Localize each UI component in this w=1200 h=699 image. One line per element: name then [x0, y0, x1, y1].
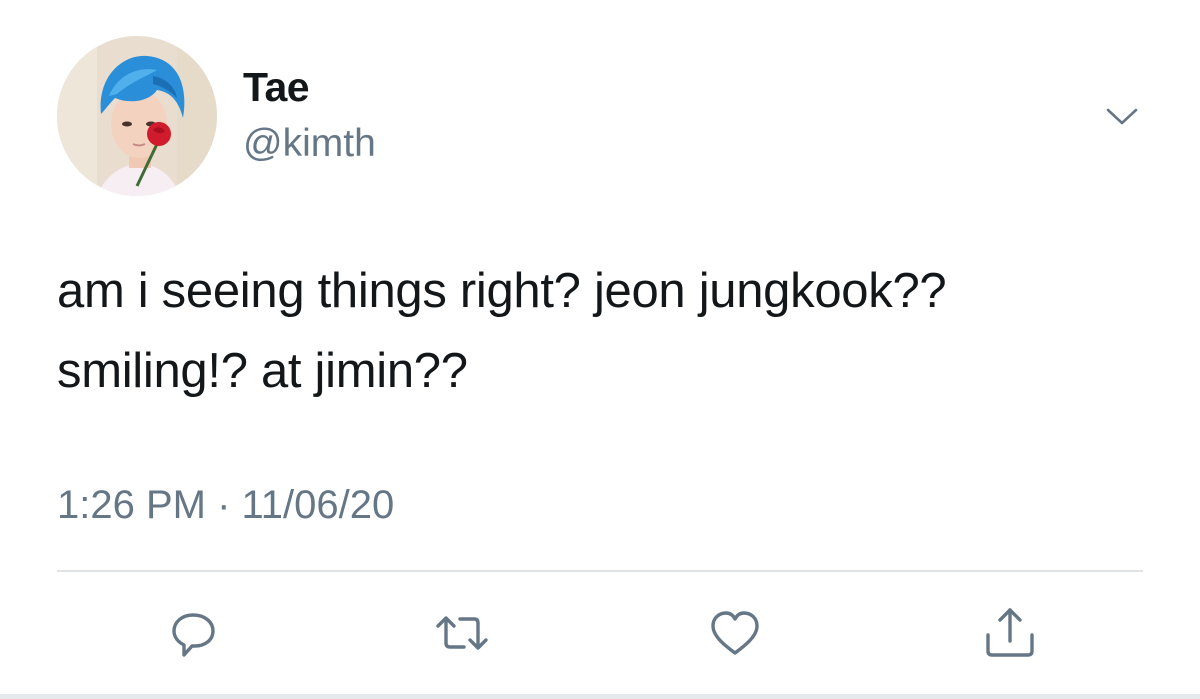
author-handle[interactable]: @kimth — [243, 122, 376, 166]
share-button[interactable] — [980, 603, 1040, 663]
avatar-image — [57, 36, 217, 196]
chevron-down-icon — [1106, 108, 1138, 125]
retweet-icon — [436, 616, 488, 650]
divider — [57, 570, 1143, 572]
author-name[interactable]: Tae — [243, 64, 310, 111]
heart-icon — [711, 611, 759, 655]
share-icon — [986, 608, 1034, 657]
like-button[interactable] — [705, 603, 765, 663]
reply-icon — [172, 613, 215, 657]
tweet-text: am i seeing things right? jeon jungkook?… — [57, 264, 947, 399]
bottom-edge — [0, 694, 1200, 699]
reply-button[interactable] — [165, 603, 225, 663]
tweet-menu-button[interactable] — [1102, 96, 1142, 136]
retweet-button[interactable] — [432, 603, 492, 663]
tweet-timestamp[interactable]: 1:26 PM · 11/06/20 — [57, 483, 394, 528]
avatar[interactable] — [57, 36, 217, 196]
